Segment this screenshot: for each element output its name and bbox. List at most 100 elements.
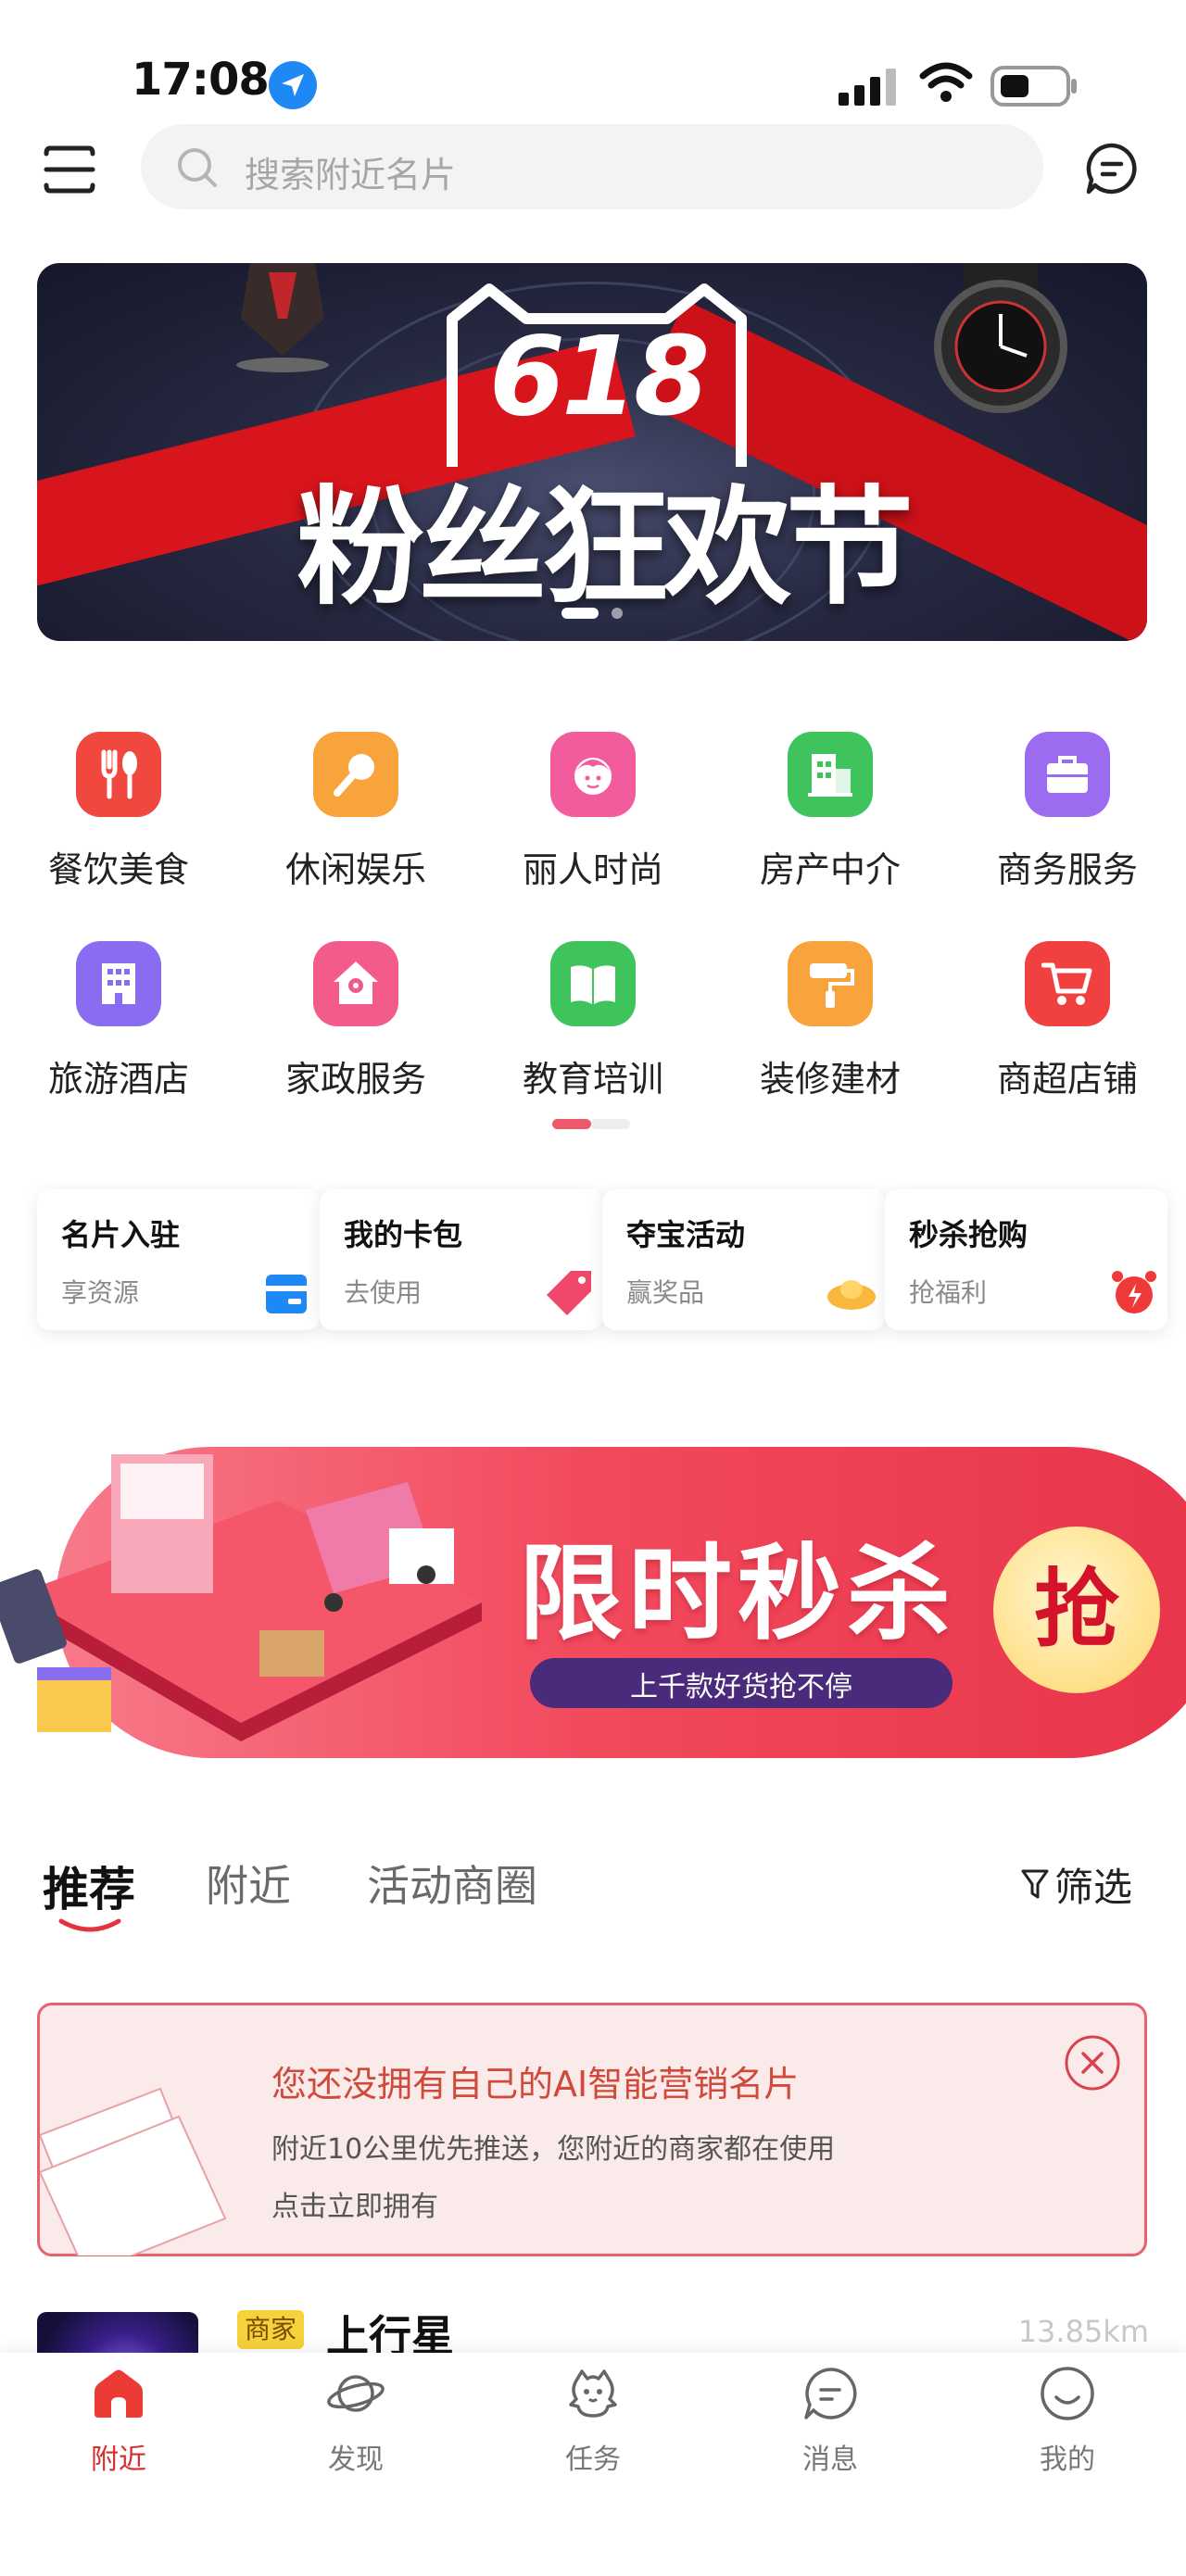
promo-title: 限时秒杀: [519, 1534, 956, 1654]
category-page-indicator: [552, 1119, 636, 1130]
nav-label: 任务: [565, 2444, 621, 2476]
category-grid: 餐饮美食 休闲娱乐 丽人时尚 房产中介 商务服务 旅游酒店 家政服务 教育培训 …: [0, 723, 1186, 1112]
nav-profile[interactable]: 我的: [949, 2353, 1186, 2538]
nav-messages[interactable]: 消息: [712, 2353, 949, 2538]
business-cards-icon: [40, 2087, 227, 2256]
filter-button[interactable]: 筛选: [1054, 1856, 1132, 1913]
nav-tasks[interactable]: 任务: [474, 2353, 712, 2538]
carousel-dot: [612, 608, 623, 619]
mascot-icon: [569, 2369, 617, 2418]
ai-card-notice[interactable]: 您还没拥有自己的AI智能营销名片 附近10公里优先推送，您附近的商家都在使用 点…: [37, 2003, 1147, 2256]
battery-icon: [990, 66, 1077, 107]
category-supermarket[interactable]: 商超店铺: [949, 932, 1186, 1117]
hotel-icon: [76, 941, 161, 1026]
quick-card-wallet[interactable]: 我的卡包 去使用: [320, 1189, 602, 1330]
nav-nearby[interactable]: 附近: [0, 2353, 237, 2538]
lady-face-icon: [550, 732, 636, 817]
fork-spoon-icon: [76, 732, 161, 817]
shopping-illustration-icon: [0, 1454, 482, 1741]
category-label: 家政服务: [284, 1059, 426, 1100]
close-icon[interactable]: [1063, 2033, 1122, 2092]
category-dining[interactable]: 餐饮美食: [0, 723, 237, 908]
paint-roller-icon: [788, 941, 873, 1026]
quick-card-sub: 抢福利: [909, 1277, 988, 1308]
category-real-estate[interactable]: 房产中介: [712, 723, 949, 908]
notice-text: 附近10公里优先推送，您附近的商家都在使用: [271, 2133, 836, 2166]
category-education[interactable]: 教育培训: [474, 932, 712, 1117]
carousel-indicator: [561, 608, 645, 621]
tab-business-district[interactable]: 活动商圈: [367, 1853, 537, 1914]
quick-card-sub: 赢奖品: [626, 1277, 705, 1308]
home-icon: [95, 2369, 143, 2418]
app-screen: 17:08 搜索附近名片 618 粉丝狂欢节 餐饮美食 休闲娱乐 丽人时尚 房产…: [0, 0, 1186, 2576]
menu-icon[interactable]: [41, 141, 98, 198]
quick-card-title: 秒杀抢购: [909, 1217, 1028, 1252]
category-label: 房产中介: [759, 849, 901, 890]
grab-button[interactable]: 抢: [993, 1527, 1160, 1693]
message-icon[interactable]: [1084, 141, 1140, 196]
promo-banner-carousel[interactable]: 618 粉丝狂欢节: [37, 263, 1147, 641]
category-entertainment[interactable]: 休闲娱乐: [237, 723, 474, 908]
chat-bubble-icon: [804, 2368, 857, 2419]
filter-icon: [1021, 1869, 1049, 1899]
notice-title: 您还没拥有自己的AI智能营销名片: [271, 2064, 800, 2105]
planet-icon: [327, 2375, 385, 2412]
status-bar: 17:08: [0, 0, 1186, 120]
quick-card-register[interactable]: 名片入驻 享资源: [37, 1189, 320, 1330]
home-service-icon: [313, 941, 398, 1026]
category-label: 装修建材: [759, 1059, 901, 1100]
quick-actions: 名片入驻 享资源 我的卡包 去使用 夺宝活动 赢奖品 秒杀抢购 抢福利: [37, 1189, 1186, 1330]
notice-cta[interactable]: 点击立即拥有: [271, 2183, 438, 2224]
carousel-dot-active: [561, 608, 599, 619]
bottom-tab-bar: 附近 发现 任务 消息 我的: [0, 2353, 1186, 2576]
active-tab-indicator: [58, 1918, 121, 1932]
banner-618: 618: [488, 312, 710, 440]
search-icon: [178, 148, 217, 187]
category-label: 餐饮美食: [47, 849, 189, 890]
category-beauty[interactable]: 丽人时尚: [474, 723, 712, 908]
location-arrow-icon: [269, 61, 317, 109]
nav-label: 消息: [802, 2444, 858, 2476]
tab-nearby[interactable]: 附近: [206, 1853, 291, 1914]
quick-card-flash-sale[interactable]: 秒杀抢购 抢福利: [885, 1189, 1167, 1330]
quick-card-sub: 去使用: [344, 1277, 423, 1308]
quick-card-sub: 享资源: [61, 1277, 140, 1308]
smiley-icon: [1041, 2367, 1094, 2420]
quick-card-title: 名片入驻: [61, 1217, 181, 1252]
card-icon: [266, 1275, 307, 1313]
book-icon: [550, 941, 636, 1026]
flash-sale-banner[interactable]: 限时秒杀 上千款好货抢不停 抢: [0, 1389, 1186, 1769]
promo-subtitle: 上千款好货抢不停: [630, 1671, 852, 1703]
category-business[interactable]: 商务服务: [949, 723, 1186, 908]
quick-card-title: 夺宝活动: [626, 1217, 746, 1252]
watch-icon: [934, 263, 1067, 413]
status-time: 17:08: [132, 54, 270, 106]
tab-recommend[interactable]: 推荐: [43, 1853, 135, 1919]
briefcase-icon: [1025, 732, 1110, 817]
category-housekeeping[interactable]: 家政服务: [237, 932, 474, 1117]
merchant-badge: 商家: [237, 2310, 305, 2349]
microphone-icon: [313, 732, 398, 817]
quick-card-treasure[interactable]: 夺宝活动 赢奖品: [602, 1189, 885, 1330]
nav-label: 附近: [91, 2444, 146, 2476]
category-label: 商超店铺: [996, 1059, 1138, 1100]
feed-tabs: 推荐 附近 活动商圈 筛选: [0, 1843, 1186, 1936]
page-indicator-inactive: [591, 1119, 630, 1129]
shopping-cart-icon: [1025, 941, 1110, 1026]
category-label: 商务服务: [996, 849, 1138, 890]
banner-title: 粉丝狂欢节: [296, 473, 914, 622]
search-bar[interactable]: 搜索附近名片: [141, 124, 1043, 209]
search-input[interactable]: 搜索附近名片: [245, 146, 456, 197]
category-travel-hotel[interactable]: 旅游酒店: [0, 932, 237, 1117]
category-renovation[interactable]: 装修建材: [712, 932, 949, 1117]
nav-label: 我的: [1040, 2444, 1095, 2476]
mannequin-icon: [236, 263, 329, 372]
tag-icon: [547, 1271, 591, 1315]
category-label: 丽人时尚: [522, 849, 663, 890]
gold-ingot-icon: [827, 1280, 876, 1310]
merchant-distance: 13.85km: [1017, 2314, 1149, 2349]
cellular-signal-icon: [839, 69, 896, 106]
alarm-clock-icon: [1112, 1271, 1156, 1313]
nav-discover[interactable]: 发现: [237, 2353, 474, 2538]
category-label: 教育培训: [522, 1059, 663, 1100]
